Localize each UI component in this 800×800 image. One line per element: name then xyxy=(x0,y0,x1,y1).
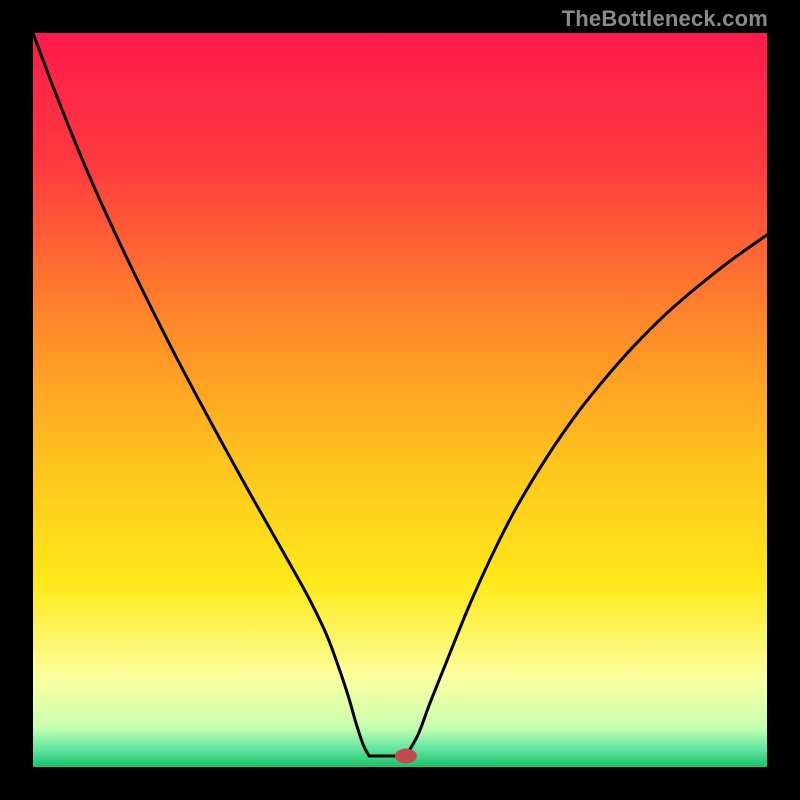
gradient-background xyxy=(33,33,767,767)
watermark-text: TheBottleneck.com xyxy=(562,6,768,32)
chart-frame: TheBottleneck.com xyxy=(0,0,800,800)
plot-area xyxy=(33,33,767,767)
bottleneck-chart xyxy=(33,33,767,767)
optimal-point-marker xyxy=(395,749,417,764)
